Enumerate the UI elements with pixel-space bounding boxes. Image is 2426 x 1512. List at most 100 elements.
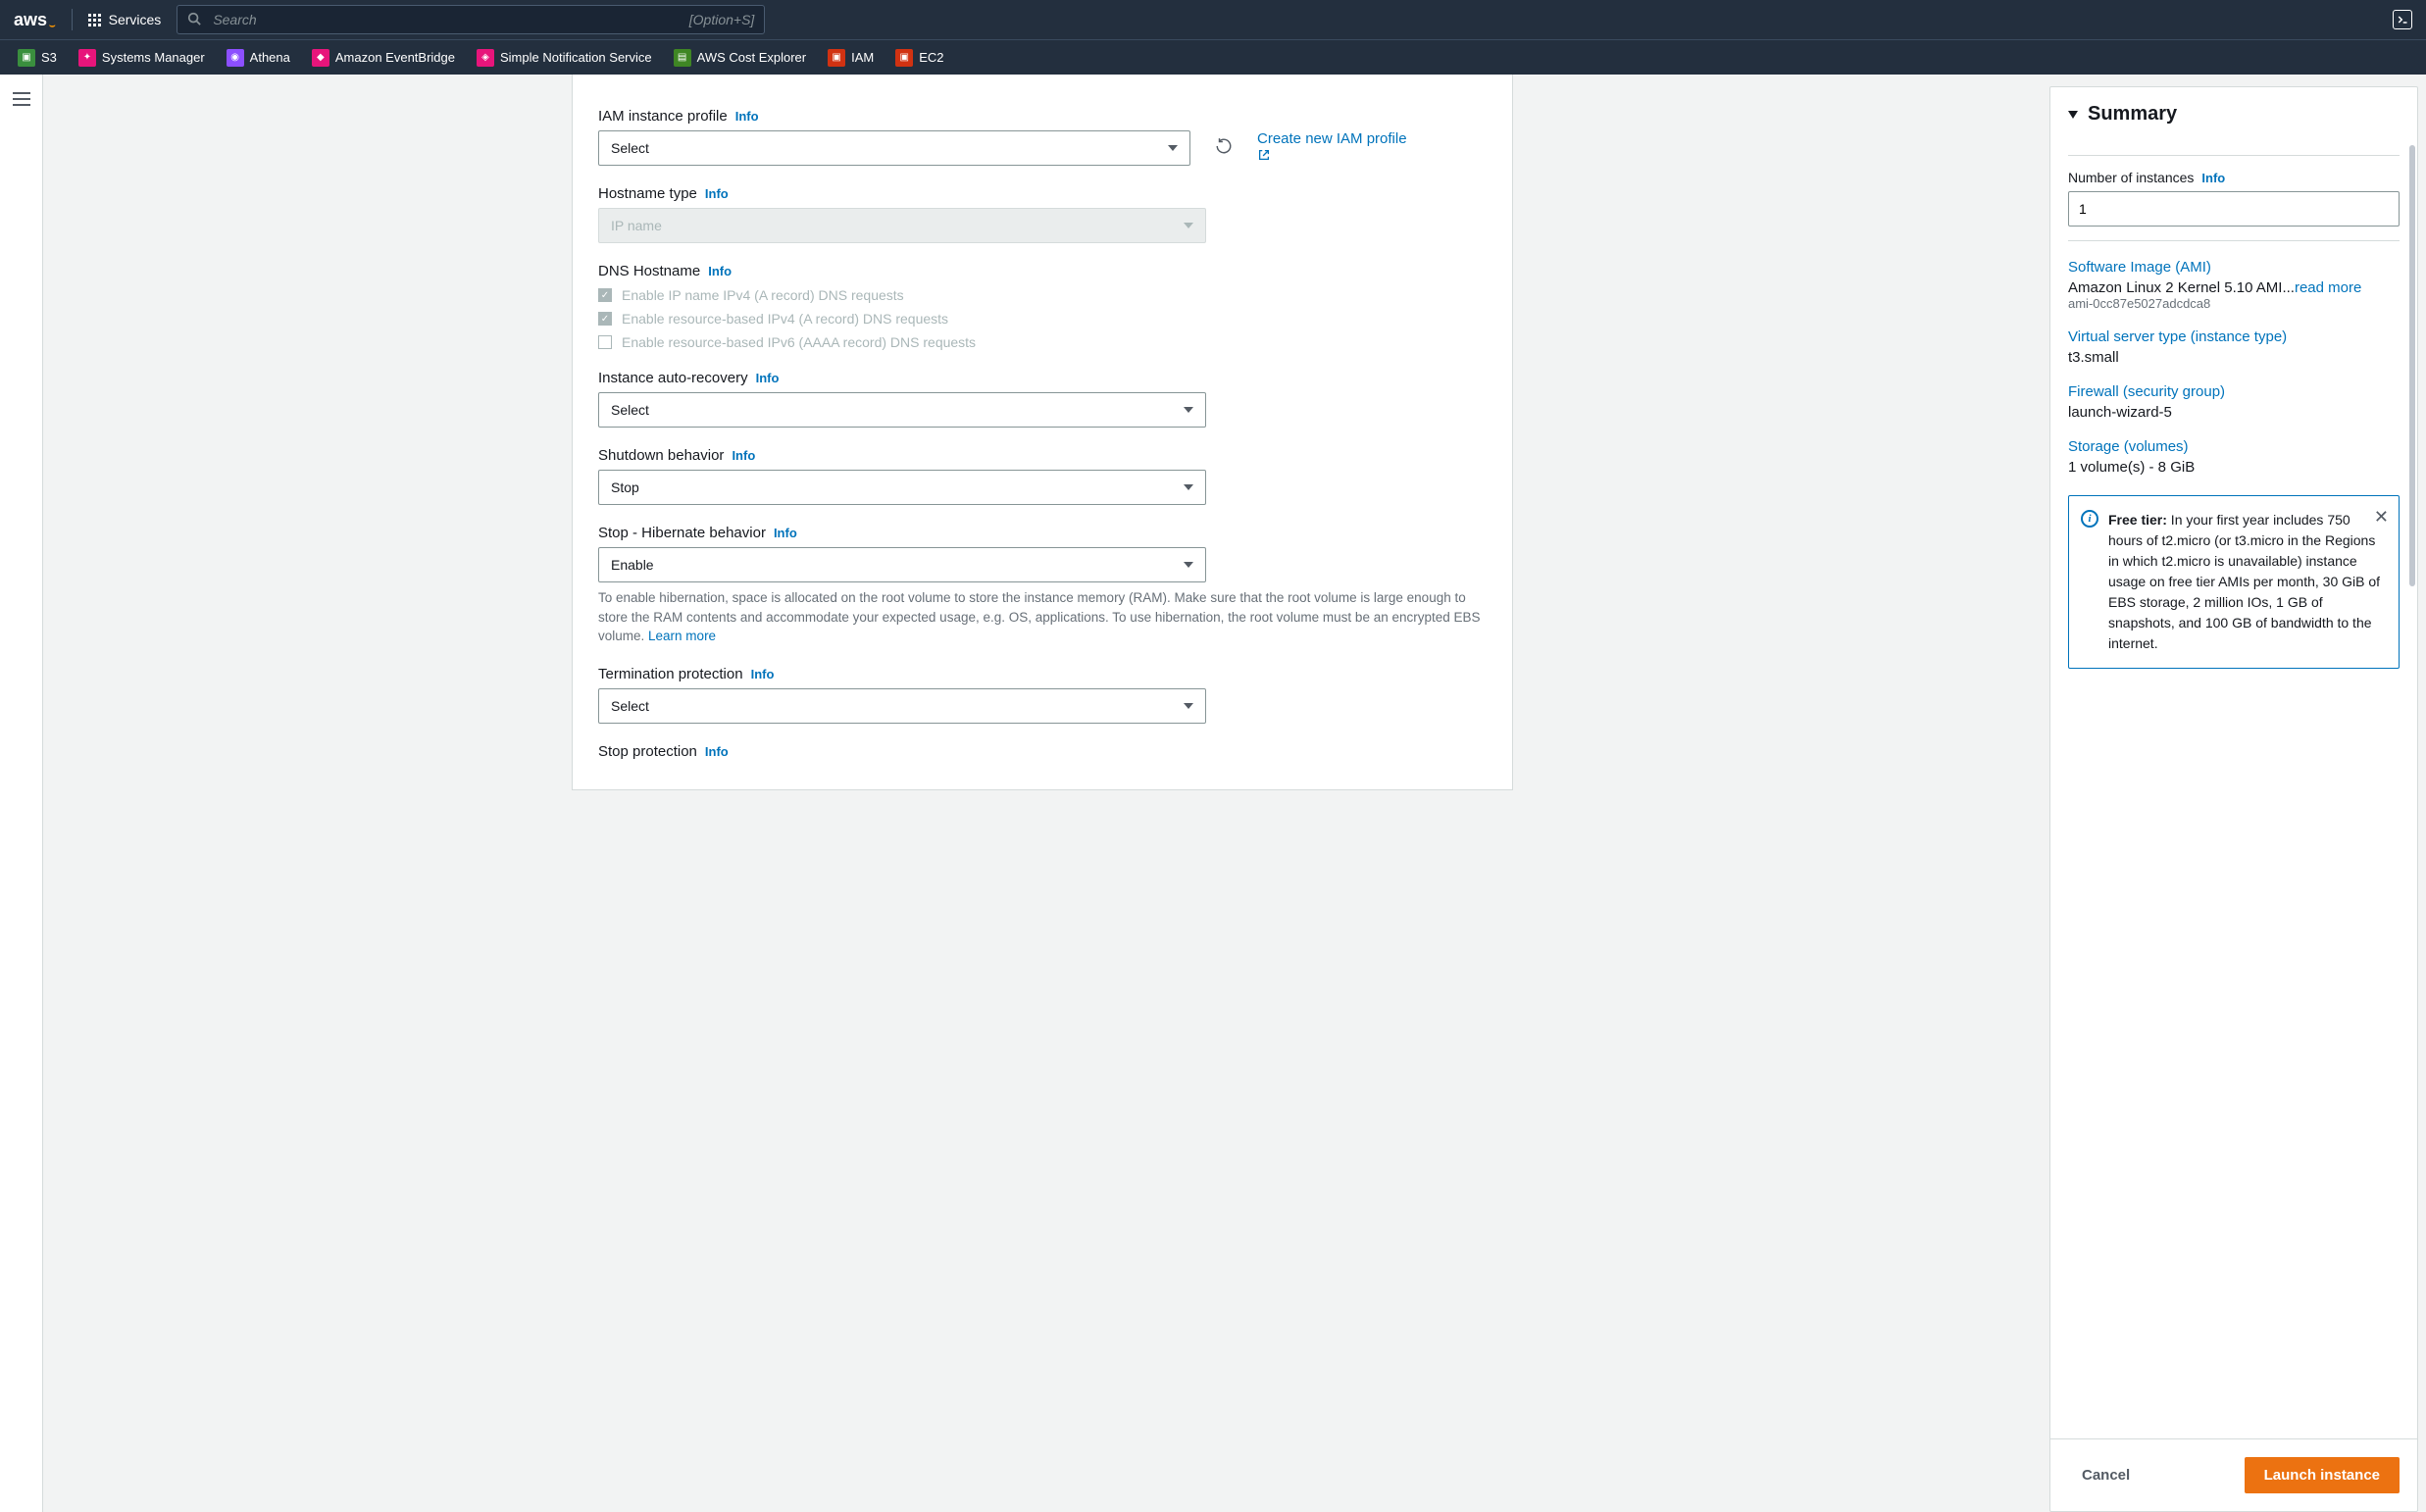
free-tier-text: In your first year includes 750 hours of…	[2108, 512, 2380, 651]
instances-label: Number of instances	[2068, 170, 2194, 185]
iam-icon: ▣	[828, 49, 845, 67]
side-nav-toggle[interactable]	[13, 88, 30, 110]
shutdown-info-link[interactable]: Info	[732, 448, 755, 463]
content-scroll[interactable]: IAM instance profile Info Select Crea	[43, 75, 2042, 1512]
iam-profile-label: IAM instance profile	[598, 108, 728, 125]
sns-icon: ◈	[477, 49, 494, 67]
hibernate-select[interactable]: Enable	[598, 547, 1206, 582]
fav-label: Simple Notification Service	[500, 50, 652, 65]
top-nav: aws⌣ Services [Option+S]	[0, 0, 2426, 39]
summary-header[interactable]: Summary	[2050, 87, 2417, 135]
services-label: Services	[109, 12, 162, 27]
ami-header-link[interactable]: Software Image (AMI)	[2068, 259, 2400, 276]
caret-down-icon	[1168, 145, 1178, 151]
hibernate-label: Stop - Hibernate behavior	[598, 525, 766, 541]
dns-opt1-label: Enable IP name IPv4 (A record) DNS reque…	[622, 287, 904, 303]
dns-label: DNS Hostname	[598, 263, 700, 279]
iam-profile-value: Select	[611, 140, 649, 156]
aws-swoosh-icon: ⌣	[49, 21, 56, 31]
hibernate-value: Enable	[611, 557, 654, 573]
fav-systems-manager[interactable]: ✦Systems Manager	[78, 49, 205, 67]
scrollbar-thumb[interactable]	[2409, 145, 2415, 586]
cost-icon: ▤	[674, 49, 691, 67]
sg-header-link[interactable]: Firewall (security group)	[2068, 383, 2400, 400]
shutdown-select[interactable]: Stop	[598, 470, 1206, 505]
instances-info-link[interactable]: Info	[2201, 171, 2225, 185]
caret-down-icon	[1184, 703, 1193, 709]
summary-card: Summary Number of instances Info Softwar…	[2049, 86, 2418, 1512]
dns-ipv6-checkbox: Enable resource-based IPv6 (AAAA record)…	[598, 334, 1487, 350]
summary-title: Summary	[2088, 103, 2177, 126]
iam-profile-select[interactable]: Select	[598, 130, 1190, 166]
free-tier-strong: Free tier:	[2108, 512, 2167, 528]
termination-value: Select	[611, 698, 649, 714]
dns-info-link[interactable]: Info	[708, 264, 732, 278]
search-icon	[187, 12, 201, 28]
launch-instance-button[interactable]: Launch instance	[2245, 1457, 2400, 1493]
fav-ec2[interactable]: ▣ EC2	[895, 49, 943, 67]
fav-cost-explorer[interactable]: ▤AWS Cost Explorer	[674, 49, 807, 67]
field-termination: Termination protection Info Select	[598, 666, 1487, 724]
nav-divider	[72, 9, 73, 30]
fav-label: EC2	[919, 50, 943, 65]
hibernate-info-link[interactable]: Info	[774, 526, 797, 540]
page-body: IAM instance profile Info Select Crea	[0, 75, 2426, 1512]
checkbox-icon	[598, 335, 612, 349]
caret-down-icon	[1184, 407, 1193, 413]
free-tier-info-box: i ✕ Free tier: In your first year includ…	[2068, 495, 2400, 669]
advanced-details-card: IAM instance profile Info Select Crea	[572, 75, 1513, 790]
global-search[interactable]: [Option+S]	[177, 5, 765, 34]
hostname-info-link[interactable]: Info	[705, 186, 729, 201]
checkbox-icon: ✓	[598, 312, 612, 326]
hibernate-help-text: To enable hibernation, space is allocate…	[598, 588, 1487, 646]
fav-sns[interactable]: ◈ Simple Notification Service	[477, 49, 652, 67]
iam-profile-info-link[interactable]: Info	[735, 109, 759, 124]
hostname-label: Hostname type	[598, 185, 697, 202]
aws-logo[interactable]: aws⌣	[14, 9, 56, 30]
shutdown-label: Shutdown behavior	[598, 447, 724, 464]
termination-label: Termination protection	[598, 666, 743, 682]
autorecovery-info-link[interactable]: Info	[756, 371, 780, 385]
autorecovery-label: Instance auto-recovery	[598, 370, 748, 386]
hostname-select: IP name	[598, 208, 1206, 243]
fav-s3[interactable]: ▣S3	[18, 49, 57, 67]
dns-res-ipv4-checkbox: ✓Enable resource-based IPv4 (A record) D…	[598, 311, 1487, 327]
services-button[interactable]: Services	[88, 12, 162, 27]
storage-header-link[interactable]: Storage (volumes)	[2068, 438, 2400, 455]
autorecovery-select[interactable]: Select	[598, 392, 1206, 428]
fav-eventbridge[interactable]: ◆Amazon EventBridge	[312, 49, 455, 67]
create-iam-profile-link[interactable]: Create new IAM profile	[1257, 130, 1407, 147]
sg-value: launch-wizard-5	[2068, 404, 2400, 421]
field-iam-profile: IAM instance profile Info Select Crea	[598, 108, 1487, 166]
s3-icon: ▣	[18, 49, 35, 67]
cancel-button[interactable]: Cancel	[2068, 1459, 2144, 1491]
search-input[interactable]	[211, 11, 679, 28]
hibernate-learn-more-link[interactable]: Learn more	[648, 629, 716, 643]
ec2-icon: ▣	[895, 49, 913, 67]
summary-body[interactable]: Number of instances Info Software Image …	[2050, 135, 2417, 1438]
summary-panel: Summary Number of instances Info Softwar…	[2042, 75, 2426, 1512]
favorites-bar: ▣S3 ✦Systems Manager ◉Athena ◆Amazon Eve…	[0, 39, 2426, 75]
iam-refresh-button[interactable]	[1208, 130, 1239, 162]
termination-info-link[interactable]: Info	[751, 667, 775, 681]
instances-input[interactable]	[2068, 191, 2400, 227]
fav-label: Amazon EventBridge	[335, 50, 455, 65]
ami-id: ami-0cc87e5027adcdca8	[2068, 296, 2400, 311]
shutdown-value: Stop	[611, 479, 639, 495]
hostname-value: IP name	[611, 218, 662, 233]
fav-label: IAM	[851, 50, 874, 65]
close-icon[interactable]: ✕	[2374, 508, 2389, 526]
fav-label: Systems Manager	[102, 50, 205, 65]
caret-down-icon	[1184, 484, 1193, 490]
termination-select[interactable]: Select	[598, 688, 1206, 724]
cloudshell-button[interactable]	[2393, 10, 2412, 29]
dns-opt3-label: Enable resource-based IPv6 (AAAA record)…	[622, 334, 976, 350]
fav-athena[interactable]: ◉Athena	[227, 49, 290, 67]
fav-iam[interactable]: ▣ IAM	[828, 49, 874, 67]
field-shutdown: Shutdown behavior Info Stop	[598, 447, 1487, 505]
ami-read-more-link[interactable]: read more	[2295, 279, 2361, 296]
side-strip	[0, 75, 43, 1512]
instance-type-header-link[interactable]: Virtual server type (instance type)	[2068, 328, 2400, 345]
instance-type-value: t3.small	[2068, 349, 2400, 366]
stopprotect-info-link[interactable]: Info	[705, 744, 729, 759]
